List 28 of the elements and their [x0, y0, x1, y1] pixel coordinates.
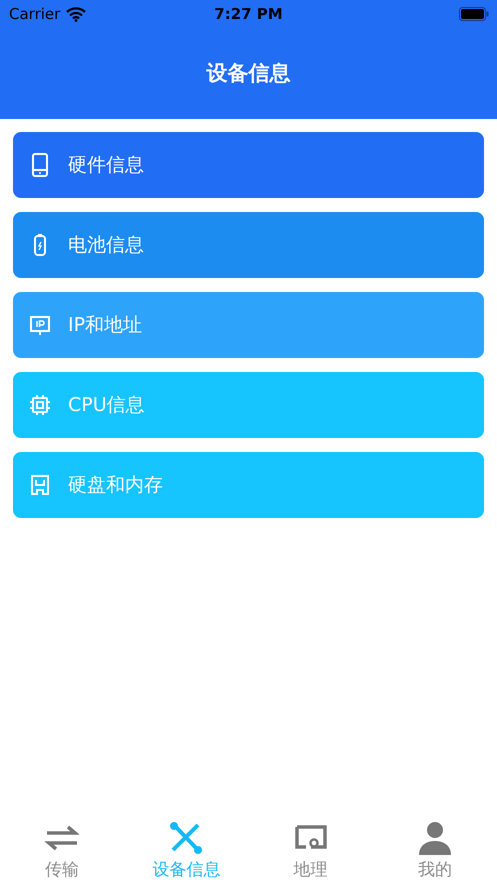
tab-label: 设备信息: [152, 859, 220, 881]
chip-icon: [28, 393, 52, 417]
tools-icon: [168, 821, 204, 855]
menu-item-label: 电池信息: [68, 233, 144, 258]
carrier-label: Carrier: [9, 5, 60, 23]
tab-label: 地理: [294, 859, 328, 881]
monitor-icon: [28, 313, 52, 337]
menu-item-label: 硬盘和内存: [68, 473, 163, 498]
clock-time: 7:27 PM: [214, 5, 283, 23]
page-title: 设备信息: [206, 60, 290, 86]
menu-item-label: 硬件信息: [68, 153, 144, 178]
menu-item-label: CPU信息: [68, 393, 145, 418]
tab-label: 我的: [418, 859, 452, 881]
memory-card-icon: [28, 473, 52, 497]
menu-item[interactable]: 硬件信息: [13, 132, 484, 198]
person-icon: [416, 821, 453, 855]
menu-item[interactable]: 电池信息: [13, 212, 484, 278]
tab-item[interactable]: 地理: [248, 813, 373, 883]
menu-item-label: IP和地址: [68, 313, 142, 338]
menu-item[interactable]: CPU信息: [13, 372, 484, 438]
battery-icon: [459, 7, 489, 21]
tab-item[interactable]: 我的: [372, 813, 497, 883]
tab-label: 传输: [45, 859, 80, 881]
menu-item[interactable]: 硬盘和内存: [13, 452, 484, 518]
menu-item[interactable]: IP和地址: [13, 292, 484, 358]
tab-item[interactable]: 设备信息: [124, 813, 248, 883]
tab-item[interactable]: 传输: [0, 813, 124, 883]
wifi-icon: [66, 6, 86, 22]
